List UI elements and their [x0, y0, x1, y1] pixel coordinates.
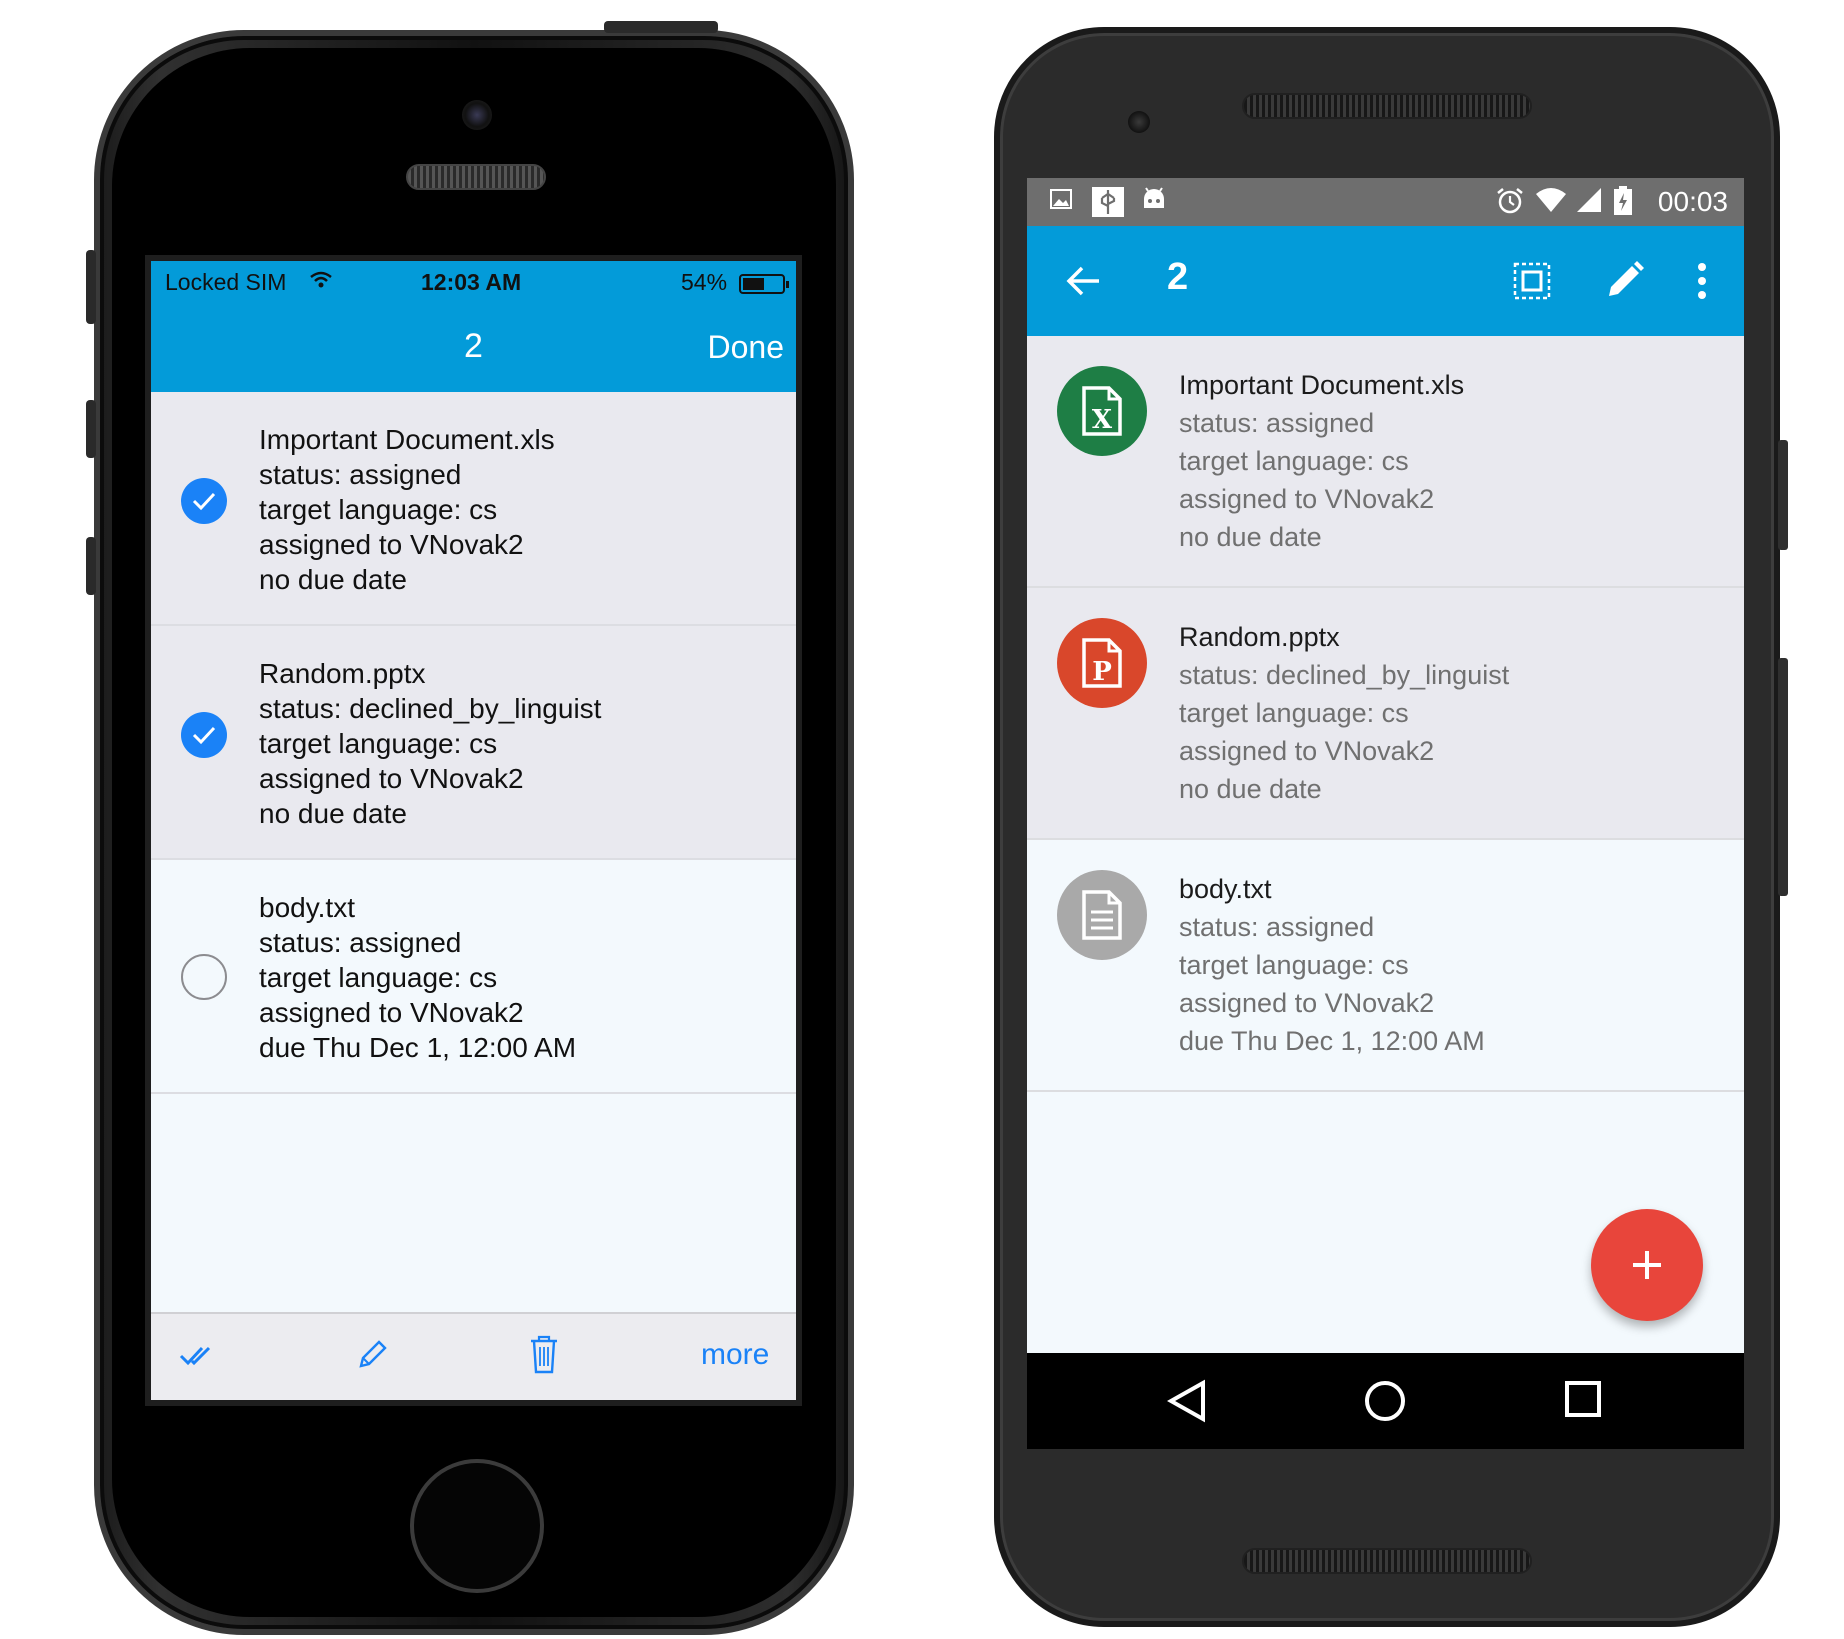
more-button[interactable]: more: [701, 1338, 769, 1372]
svg-text:X: X: [1092, 405, 1113, 435]
list-item[interactable]: Important Document.xls status: assigned …: [151, 392, 796, 626]
item-text: Important Document.xls status: assigned …: [1179, 366, 1464, 556]
list-item[interactable]: Random.pptx status: declined_by_linguist…: [151, 626, 796, 860]
top-speaker-grille: [1242, 93, 1532, 119]
checkmark-selected-icon[interactable]: [181, 478, 227, 524]
select-all-icon[interactable]: [1513, 262, 1551, 305]
item-due: due Thu Dec 1, 12:00 AM: [259, 1032, 577, 1063]
item-due: due Thu Dec 1, 12:00 AM: [1179, 1026, 1485, 1056]
list-item[interactable]: body.txt status: assigned target languag…: [151, 860, 796, 1094]
checkmark-unselected-icon[interactable]: [181, 954, 227, 1000]
item-due: no due date: [259, 564, 407, 595]
item-language: target language: cs: [259, 962, 498, 993]
status-time: 12:03 AM: [421, 269, 522, 295]
list-item[interactable]: body.txt status: assigned target languag…: [1027, 840, 1744, 1092]
image-icon: [1049, 186, 1073, 218]
item-status: status: assigned: [259, 459, 462, 490]
item-text: Random.pptx status: declined_by_linguist…: [1179, 618, 1509, 808]
item-text: body.txt status: assigned target languag…: [259, 890, 576, 1065]
item-language: target language: cs: [1179, 950, 1409, 980]
volume-up-button: [86, 400, 96, 458]
alarm-icon: [1495, 186, 1525, 223]
battery-percent: 54%: [681, 269, 728, 295]
item-status: status: declined_by_linguist: [1179, 660, 1510, 690]
item-filename: Important Document.xls: [1179, 370, 1465, 400]
mute-switch: [86, 250, 96, 324]
back-arrow-icon[interactable]: [1065, 264, 1101, 303]
ios-nav-bar: 2 Done: [151, 303, 796, 392]
plus-icon: [1633, 1251, 1661, 1279]
double-check-icon[interactable]: [179, 1344, 219, 1373]
earpiece-speaker: [406, 164, 546, 190]
checkmark-selected-icon[interactable]: [181, 712, 227, 758]
item-status: status: assigned: [1179, 912, 1375, 942]
excel-file-icon: X: [1057, 366, 1147, 456]
status-time: 00:03: [1657, 186, 1728, 217]
item-due: no due date: [1179, 774, 1322, 804]
item-assignee: assigned to VNovak2: [259, 529, 524, 560]
back-triangle-icon[interactable]: [1166, 1379, 1207, 1428]
item-filename: Random.pptx: [1179, 622, 1340, 652]
item-status: status: declined_by_linguist: [259, 693, 602, 724]
home-circle-icon[interactable]: [1363, 1379, 1407, 1428]
edit-icon[interactable]: [1605, 260, 1645, 305]
item-filename: body.txt: [259, 892, 355, 923]
power-button: [1778, 440, 1788, 550]
ios-toolbar: more: [151, 1312, 796, 1400]
item-status: status: assigned: [259, 927, 462, 958]
volume-down-button: [86, 537, 96, 595]
wifi-icon: [309, 269, 333, 296]
list-item[interactable]: X Important Document.xls status: assigne…: [1027, 336, 1744, 588]
carrier-label: Locked SIM: [165, 269, 287, 295]
usb-icon: [1091, 186, 1125, 225]
item-text: body.txt status: assigned target languag…: [1179, 870, 1485, 1060]
item-due: no due date: [1179, 522, 1322, 552]
selection-count: 2: [1167, 256, 1189, 298]
selection-count-title: 2: [464, 327, 483, 365]
item-language: target language: cs: [259, 728, 498, 759]
home-button[interactable]: [410, 1459, 544, 1593]
item-text: Important Document.xls status: assigned …: [259, 422, 555, 597]
item-text: Random.pptx status: declined_by_linguist…: [259, 656, 601, 831]
item-filename: Random.pptx: [259, 658, 426, 689]
signal-icon: [1575, 186, 1603, 221]
item-assignee: assigned to VNovak2: [1179, 484, 1435, 514]
item-language: target language: cs: [1179, 446, 1409, 476]
text-file-icon: [1057, 870, 1147, 960]
trash-icon[interactable]: [529, 1334, 559, 1379]
pencil-icon[interactable]: [355, 1338, 389, 1377]
battery-icon: [739, 274, 789, 294]
android-app-bar: 2: [1027, 226, 1744, 336]
item-language: target language: cs: [1179, 698, 1409, 728]
battery-charging-icon: [1613, 186, 1633, 223]
item-status: status: assigned: [1179, 408, 1375, 438]
item-due: no due date: [259, 798, 407, 829]
front-camera: [1128, 111, 1150, 133]
bottom-speaker-grille: [1242, 1548, 1532, 1574]
list-item[interactable]: P Random.pptx status: declined_by_lingui…: [1027, 588, 1744, 840]
powerpoint-file-icon: P: [1057, 618, 1147, 708]
item-filename: Important Document.xls: [259, 424, 555, 455]
item-assignee: assigned to VNovak2: [1179, 736, 1435, 766]
item-assignee: assigned to VNovak2: [259, 997, 524, 1028]
svg-text:P: P: [1092, 657, 1112, 687]
android-screen: 00:03 2 X Important Document.xls status:…: [1027, 178, 1744, 1449]
recents-square-icon[interactable]: [1563, 1379, 1603, 1424]
item-assignee: assigned to VNovak2: [259, 763, 524, 794]
volume-rocker: [1778, 658, 1788, 896]
wifi-icon: [1535, 186, 1567, 221]
item-assignee: assigned to VNovak2: [1179, 988, 1435, 1018]
add-fab-button[interactable]: [1591, 1209, 1703, 1321]
sleep-button: [604, 21, 718, 33]
done-button[interactable]: Done: [708, 329, 785, 366]
front-camera: [462, 100, 492, 130]
android-debug-icon: [1141, 186, 1167, 219]
item-filename: body.txt: [1179, 874, 1272, 904]
ios-status-bar: Locked SIM 12:03 AM 54%: [151, 261, 796, 303]
android-status-bar: 00:03: [1027, 178, 1744, 226]
ios-screen: Locked SIM 12:03 AM 54% 2 Done Important…: [145, 255, 802, 1406]
more-vert-icon[interactable]: [1697, 262, 1707, 305]
android-nav-bar: [1027, 1353, 1744, 1449]
item-language: target language: cs: [259, 494, 498, 525]
